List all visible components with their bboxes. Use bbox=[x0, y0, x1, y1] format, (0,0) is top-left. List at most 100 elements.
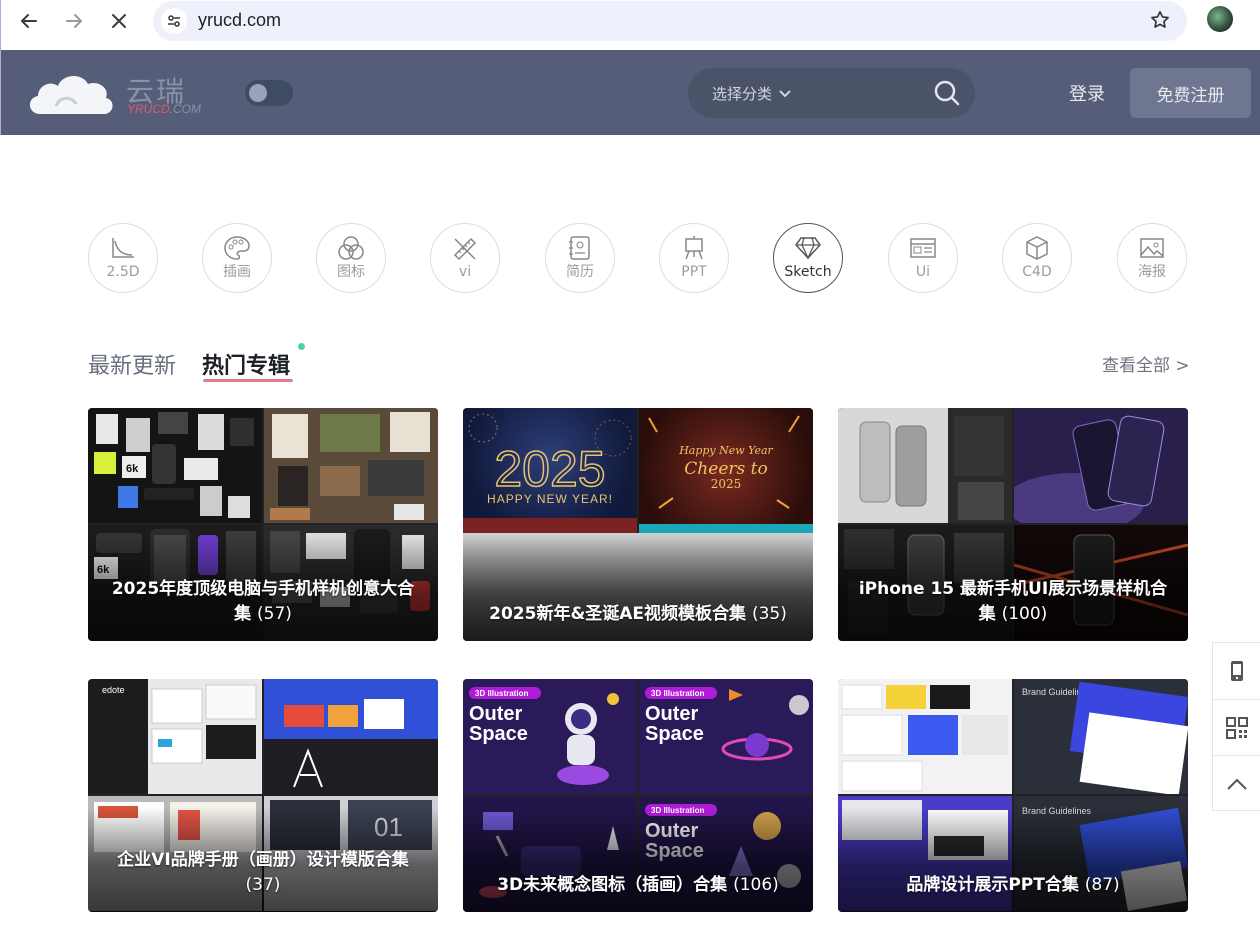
card-thumb: 6k bbox=[88, 408, 262, 523]
category-icons[interactable]: 图标 bbox=[316, 223, 386, 293]
card-thumb bbox=[838, 408, 1012, 523]
category-label: 插画 bbox=[223, 264, 251, 280]
stop-loading-icon[interactable] bbox=[106, 8, 132, 34]
card-count: (106) bbox=[733, 875, 779, 895]
resume-icon bbox=[567, 234, 593, 262]
login-link[interactable]: 登录 bbox=[1069, 80, 1105, 106]
category-vi[interactable]: vi bbox=[430, 223, 500, 293]
thumb-text: 3D Illustration bbox=[475, 689, 528, 698]
category-label: C4D bbox=[1022, 264, 1052, 280]
search-icon[interactable] bbox=[933, 79, 961, 111]
qr-code-icon[interactable] bbox=[1213, 699, 1260, 755]
site-header: 云瑞 YRUCD.COM 选择分类 登录 免费注册 bbox=[0, 50, 1260, 135]
category-label: 2.5D bbox=[106, 264, 140, 280]
tab-latest[interactable]: 最新更新 bbox=[88, 348, 176, 380]
card-thumb bbox=[264, 679, 438, 794]
card-count: (100) bbox=[1001, 604, 1048, 624]
category-poster[interactable]: 海报 bbox=[1117, 223, 1187, 293]
card-thumb bbox=[1004, 408, 1188, 533]
forward-arrow-icon[interactable] bbox=[61, 8, 87, 34]
thumb-text: edote bbox=[102, 685, 125, 695]
profile-avatar[interactable] bbox=[1207, 6, 1233, 32]
category-illustration[interactable]: 插画 bbox=[202, 223, 272, 293]
thumb-text: 3D Illustration bbox=[651, 689, 704, 698]
card-thumb: Happy New Year Cheers to 2025 bbox=[639, 408, 813, 533]
card-title: 企业VI品牌手册（画册）设计模版合集 (37) bbox=[117, 850, 409, 895]
card-count: (57) bbox=[257, 604, 292, 624]
category-2-5d[interactable]: 2.5D bbox=[88, 223, 158, 293]
thumb-text: Cheers to bbox=[684, 459, 767, 479]
card-thumb: 2025 HAPPY NEW YEAR! bbox=[463, 408, 637, 533]
album-card[interactable]: 6k 6k 2025年度顶级电脑与手机样机创意大合集 (57) bbox=[88, 408, 438, 641]
category-label: 简历 bbox=[566, 264, 594, 280]
cube-icon bbox=[1024, 234, 1050, 262]
album-card[interactable]: 2025 HAPPY NEW YEAR! Happy New Year Chee… bbox=[463, 408, 813, 641]
url-text[interactable]: yrucd.com bbox=[198, 10, 281, 31]
toggle-knob bbox=[249, 84, 267, 102]
tab-hot[interactable]: 热门专辑 bbox=[202, 348, 290, 380]
category-label: 海报 bbox=[1138, 264, 1166, 280]
album-card[interactable]: Brand Guidelines Brand Guidelines 品牌设计展示… bbox=[838, 679, 1188, 912]
back-to-top-icon[interactable] bbox=[1213, 755, 1260, 811]
album-card[interactable]: edote 01 企业VI品牌手册（画册）设计模版合集 (37) bbox=[88, 679, 438, 912]
thumb-text: Space bbox=[469, 723, 528, 745]
thumb-text: Happy New Year bbox=[678, 444, 773, 457]
thumb-text: Outer bbox=[469, 703, 523, 725]
card-count: (37) bbox=[245, 875, 281, 895]
category-resume[interactable]: 简历 bbox=[545, 223, 615, 293]
address-bar[interactable]: yrucd.com bbox=[153, 1, 1187, 41]
category-label: vi bbox=[458, 264, 472, 280]
chevron-down-icon bbox=[779, 89, 791, 97]
view-all-link[interactable]: 查看全部 > bbox=[1102, 351, 1190, 376]
back-arrow-icon[interactable] bbox=[16, 8, 42, 34]
card-thumb: 3D Illustration Outer Space bbox=[639, 679, 813, 794]
category-c4d[interactable]: C4D bbox=[1002, 223, 1072, 293]
category-sketch[interactable]: Sketch bbox=[773, 223, 843, 293]
card-thumb: Brand Guidelines bbox=[1014, 679, 1188, 796]
theme-toggle[interactable] bbox=[245, 80, 293, 106]
image-icon bbox=[1138, 234, 1166, 262]
easel-icon bbox=[681, 234, 707, 262]
active-tab-indicator bbox=[203, 379, 293, 382]
category-label: Ui bbox=[915, 264, 931, 280]
ui-window-icon bbox=[909, 234, 937, 262]
card-title: 2025新年&圣诞AE视频模板合集 (35) bbox=[489, 604, 787, 624]
card-thumb: 3D Illustration Outer Space bbox=[463, 679, 637, 794]
card-title: 2025年度顶级电脑与手机样机创意大合集 (57) bbox=[111, 579, 415, 624]
thumb-text: 2025 bbox=[494, 441, 605, 497]
category-select-label: 选择分类 bbox=[712, 85, 773, 103]
curve-icon bbox=[110, 234, 136, 262]
category-label: PPT bbox=[681, 264, 707, 280]
bookmark-star-icon[interactable] bbox=[1149, 9, 1171, 35]
thumb-text: HAPPY NEW YEAR! bbox=[487, 492, 613, 506]
album-card[interactable]: 3D Illustration Outer Space 3D Illustrat… bbox=[463, 679, 813, 912]
mobile-icon[interactable] bbox=[1213, 643, 1260, 699]
category-ppt[interactable]: PPT bbox=[659, 223, 729, 293]
card-thumb bbox=[838, 679, 1012, 794]
category-ui[interactable]: Ui bbox=[888, 223, 958, 293]
logo-english: YRUCD.COM bbox=[127, 102, 202, 116]
palette-icon bbox=[223, 234, 251, 262]
category-select[interactable]: 选择分类 bbox=[712, 83, 792, 104]
thumb-text: Outer bbox=[645, 703, 699, 725]
album-card[interactable]: iPhone 15 最新手机UI展示场景样机合集 (100) bbox=[838, 408, 1188, 641]
card-thumb bbox=[264, 408, 438, 523]
card-title: 品牌设计展示PPT合集 (87) bbox=[906, 875, 1120, 895]
register-button[interactable]: 免费注册 bbox=[1130, 68, 1251, 118]
card-title: 3D未来概念图标（插画）合集 (106) bbox=[497, 875, 779, 895]
cloud-logo-icon bbox=[29, 75, 113, 114]
card-count: (87) bbox=[1084, 875, 1120, 895]
browser-toolbar: yrucd.com bbox=[0, 0, 1260, 50]
new-dot-badge bbox=[298, 343, 305, 350]
thumb-text: 2025 bbox=[711, 477, 742, 491]
svg-text:6k: 6k bbox=[126, 463, 139, 475]
site-logo[interactable]: 云瑞 YRUCD.COM bbox=[26, 68, 206, 120]
card-title: iPhone 15 最新手机UI展示场景样机合集 (100) bbox=[858, 579, 1168, 624]
site-info-icon[interactable] bbox=[161, 8, 187, 34]
side-toolbar bbox=[1212, 642, 1260, 811]
ruler-pencil-icon bbox=[451, 234, 479, 262]
card-thumb: edote bbox=[88, 679, 262, 794]
category-label: Sketch bbox=[784, 264, 832, 280]
category-label: 图标 bbox=[337, 264, 365, 280]
search-bar[interactable]: 选择分类 bbox=[688, 68, 975, 118]
